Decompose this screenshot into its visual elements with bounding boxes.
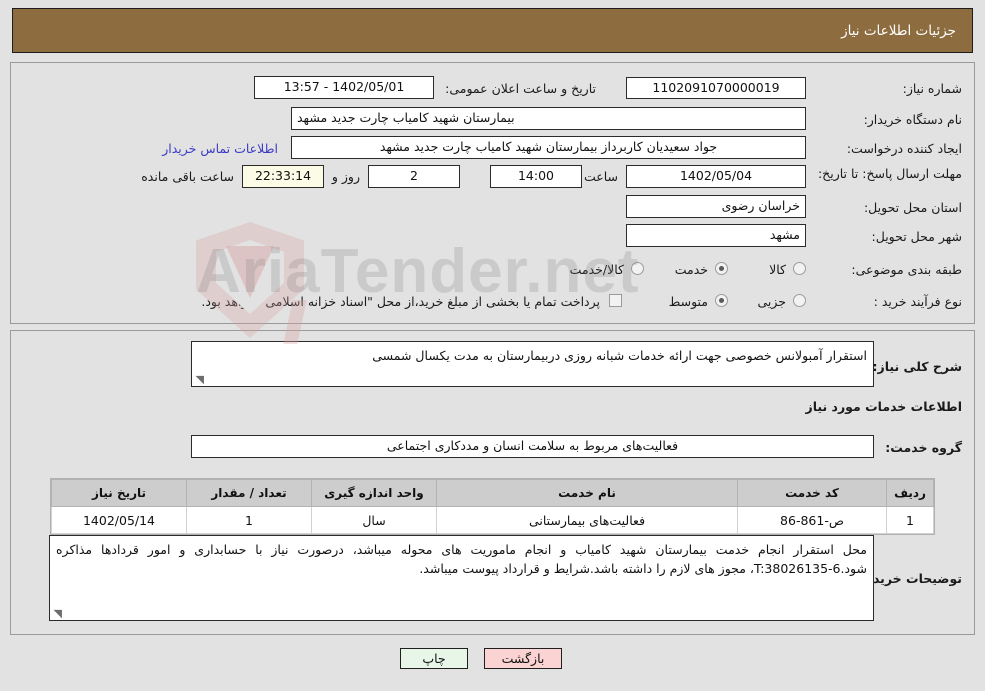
buyer-notes-textarea[interactable]: محل استقرار انجام خدمت بیمارستان شهید کا…	[49, 535, 874, 621]
col-date: تاریخ نیاز	[51, 479, 187, 507]
buyer-org-label: نام دستگاه خریدار:	[863, 112, 962, 127]
tender-details-page: AriaTender.net جزئیات اطلاعات نیاز شماره…	[0, 0, 985, 691]
days-label: روز و	[331, 169, 360, 184]
radio-process-jozei[interactable]	[793, 294, 806, 307]
print-button[interactable]: چاپ	[400, 648, 468, 669]
deadline-label: مهلت ارسال پاسخ: تا تاریخ:	[817, 166, 962, 181]
radio-label-kala-khedmat: کالا/خدمت	[569, 262, 624, 277]
buyer-org-field[interactable]: بیمارستان شهید کامیاب چارت جدید مشهد	[291, 107, 806, 130]
cell-unit: سال	[311, 506, 437, 534]
radio-category-kala[interactable]	[793, 262, 806, 275]
service-group-field[interactable]: فعالیت‌های مربوط به سلامت انسان و مددکار…	[191, 435, 874, 458]
treasury-checkbox[interactable]	[609, 294, 622, 307]
services-table: ردیف کد خدمت نام خدمت واحد اندازه گیری ت…	[51, 479, 934, 534]
summary-textarea[interactable]: استقرار آمبولانس خصوصی جهت ارائه خدمات ش…	[191, 341, 874, 387]
radio-category-khedmat[interactable]	[715, 262, 728, 275]
col-name: نام خدمت	[436, 479, 738, 507]
radio-label-khedmat: خدمت	[674, 262, 708, 277]
requester-field[interactable]: جواد سعیدیان کاربرداز بیمارستان شهید کام…	[291, 136, 806, 159]
col-radif: ردیف	[886, 479, 934, 507]
need-number-field[interactable]: 1102091070000019	[626, 77, 806, 99]
province-label: استان محل تحویل:	[863, 200, 962, 215]
services-heading: اطلاعات خدمات مورد نیاز	[805, 399, 963, 414]
announce-date-label: تاریخ و ساعت اعلان عمومی:	[445, 81, 596, 96]
remaining-days-field[interactable]: 2	[368, 165, 460, 188]
services-table-wrapper: ردیف کد خدمت نام خدمت واحد اندازه گیری ت…	[50, 478, 935, 535]
cell-qty: 1	[186, 506, 312, 534]
need-number-label: شماره نیاز:	[902, 81, 962, 96]
col-code: کد خدمت	[737, 479, 887, 507]
back-button[interactable]: بازگشت	[484, 648, 562, 669]
radio-process-motavaset[interactable]	[715, 294, 728, 307]
announce-date-field[interactable]: 1402/05/01 - 13:57	[254, 76, 434, 99]
remaining-hours-label: ساعت باقی مانده	[141, 169, 234, 184]
service-group-label: گروه خدمت:	[885, 440, 962, 455]
page-title: جزئیات اطلاعات نیاز	[841, 22, 956, 39]
buyer-contact-link[interactable]: اطلاعات تماس خریدار	[162, 141, 278, 156]
radio-label-motavaset: متوسط	[668, 294, 708, 309]
requester-label: ایجاد کننده درخواست:	[846, 141, 962, 156]
summary-label: شرح کلی نیاز:	[872, 359, 962, 374]
cell-name: فعالیت‌های بیمارستانی	[436, 506, 738, 534]
buyer-notes-text: محل استقرار انجام خدمت بیمارستان شهید کا…	[56, 542, 867, 576]
countdown-field: 22:33:14	[242, 165, 324, 188]
treasury-note-label: پرداخت تمام یا بخشی از مبلغ خرید،از محل …	[201, 294, 600, 309]
city-field[interactable]: مشهد	[626, 224, 806, 247]
cell-radif: 1	[886, 506, 934, 534]
hour-label: ساعت	[583, 169, 618, 184]
cell-code: ص-861-86	[737, 506, 887, 534]
deadline-time-field[interactable]: 14:00	[490, 165, 582, 188]
col-qty: تعداد / مقدار	[186, 479, 312, 507]
col-unit: واحد اندازه گیری	[311, 479, 437, 507]
need-info-panel: شماره نیاز: 1102091070000019 تاریخ و ساع…	[10, 62, 975, 324]
province-field[interactable]: خراسان رضوی	[626, 195, 806, 218]
summary-text: استقرار آمبولانس خصوصی جهت ارائه خدمات ش…	[372, 348, 867, 363]
city-label: شهر محل تحویل:	[871, 229, 962, 244]
resize-grip-icon-notes[interactable]: ◥	[52, 608, 62, 619]
cell-date: 1402/05/14	[51, 506, 187, 534]
category-label: طبقه بندی موضوعی:	[851, 262, 962, 277]
table-row[interactable]: 1 ص-861-86 فعالیت‌های بیمارستانی سال 1 1…	[51, 506, 934, 534]
deadline-date-field[interactable]: 1402/05/04	[626, 165, 806, 188]
radio-label-kala: کالا	[769, 262, 786, 277]
process-type-label: نوع فرآیند خرید :	[873, 294, 962, 309]
radio-label-jozei: جزیی	[757, 294, 786, 309]
resize-grip-icon[interactable]: ◥	[194, 374, 204, 385]
table-header-row: ردیف کد خدمت نام خدمت واحد اندازه گیری ت…	[51, 479, 934, 507]
page-header: جزئیات اطلاعات نیاز	[12, 8, 973, 53]
radio-category-kala-khedmat[interactable]	[631, 262, 644, 275]
